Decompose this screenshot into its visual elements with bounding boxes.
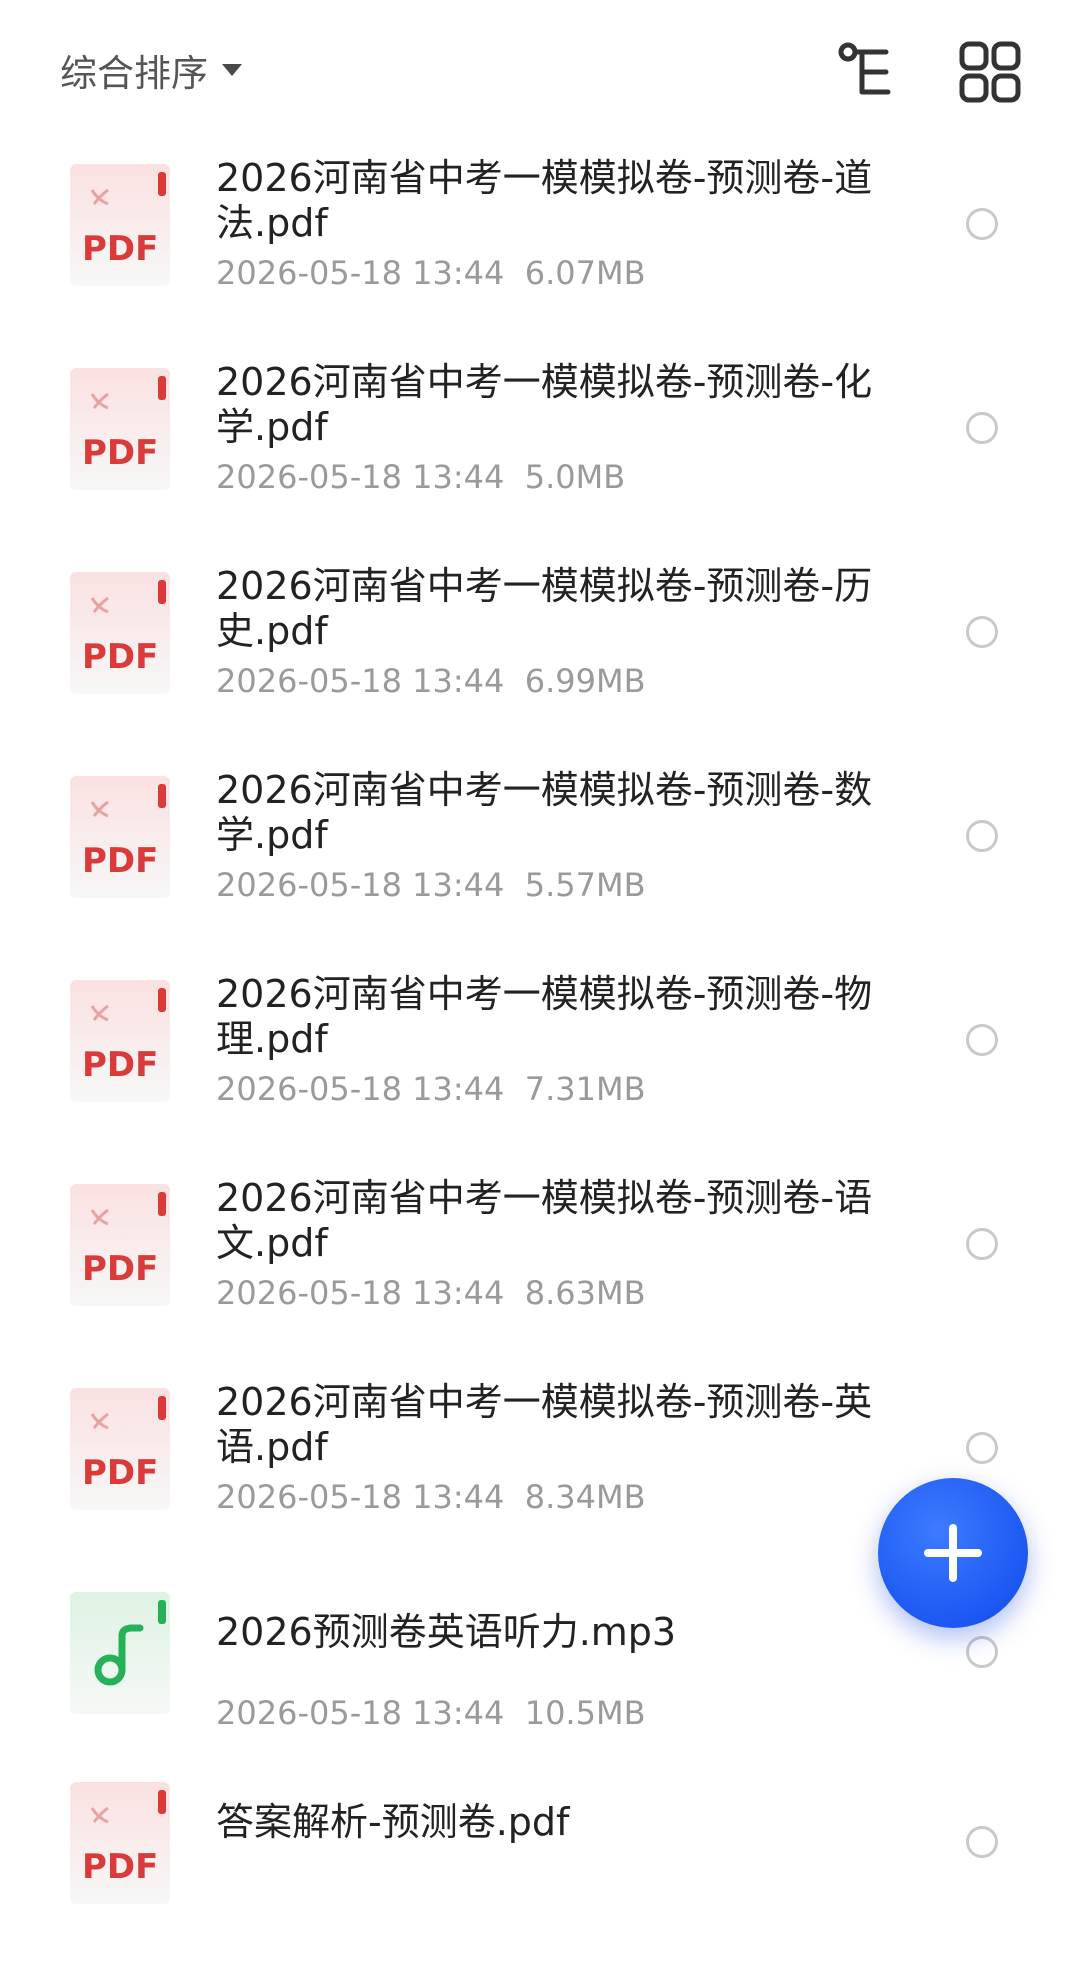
file-size: 6.99MB <box>524 662 646 700</box>
file-name: 2026河南省中考一模模拟卷-预测卷-语文.pdf <box>216 1176 873 1265</box>
tree-view-icon[interactable] <box>836 40 900 104</box>
pdf-file-icon: PDF <box>70 1184 170 1306</box>
file-meta: 2026-05-18 13:44 5.57MB <box>216 866 646 904</box>
file-row[interactable]: PDF 2026河南省中考一模模拟卷-预测卷-数学.pdf 2026-05-18… <box>0 758 1080 958</box>
file-name: 答案解析-预测卷.pdf <box>216 1800 570 1844</box>
pdf-file-icon: PDF <box>70 572 170 694</box>
select-radio[interactable] <box>966 616 998 648</box>
file-row[interactable]: PDF 2026河南省中考一模模拟卷-预测卷-化学.pdf 2026-05-18… <box>0 350 1080 550</box>
file-size: 5.57MB <box>524 866 646 904</box>
file-name: 2026河南省中考一模模拟卷-预测卷-历史.pdf <box>216 564 873 653</box>
pdf-file-icon: PDF <box>70 368 170 490</box>
file-meta: 2026-05-18 13:44 8.34MB <box>216 1478 646 1516</box>
file-meta: 2026-05-18 13:44 6.07MB <box>216 254 646 292</box>
file-name: 2026河南省中考一模模拟卷-预测卷-英语.pdf <box>216 1380 873 1469</box>
file-meta: 2026-05-18 13:44 8.63MB <box>216 1274 646 1312</box>
sort-dropdown[interactable]: 综合排序 <box>60 46 242 95</box>
toolbar: 综合排序 <box>0 0 1080 140</box>
audio-file-icon <box>70 1592 170 1714</box>
select-radio[interactable] <box>966 1024 998 1056</box>
file-name: 2026预测卷英语听力.mp3 <box>216 1610 677 1654</box>
file-row[interactable]: PDF 2026河南省中考一模模拟卷-预测卷-物理.pdf 2026-05-18… <box>0 962 1080 1162</box>
file-date: 2026-05-18 13:44 <box>216 254 505 292</box>
pdf-file-icon: PDF <box>70 164 170 286</box>
file-size: 5.0MB <box>524 458 626 496</box>
file-name: 2026河南省中考一模模拟卷-预测卷-物理.pdf <box>216 972 873 1061</box>
pdf-icon-label: PDF <box>82 1045 158 1085</box>
select-radio[interactable] <box>966 820 998 852</box>
pdf-file-icon: PDF <box>70 1388 170 1510</box>
file-row[interactable]: PDF 2026河南省中考一模模拟卷-预测卷-语文.pdf 2026-05-18… <box>0 1166 1080 1366</box>
file-meta: 2026-05-18 13:44 7.31MB <box>216 1070 646 1108</box>
file-size: 6.07MB <box>524 254 646 292</box>
file-date: 2026-05-18 13:44 <box>216 458 505 496</box>
file-date: 2026-05-18 13:44 <box>216 662 505 700</box>
file-size: 8.63MB <box>524 1274 646 1312</box>
file-date: 2026-05-18 13:44 <box>216 866 505 904</box>
select-radio[interactable] <box>966 1432 998 1464</box>
file-name: 2026河南省中考一模模拟卷-预测卷-数学.pdf <box>216 768 873 857</box>
select-radio[interactable] <box>966 1636 998 1668</box>
file-row[interactable]: PDF 2026河南省中考一模模拟卷-预测卷-历史.pdf 2026-05-18… <box>0 554 1080 754</box>
file-date: 2026-05-18 13:44 <box>216 1274 505 1312</box>
file-name: 2026河南省中考一模模拟卷-预测卷-化学.pdf <box>216 360 873 449</box>
file-date: 2026-05-18 13:44 <box>216 1694 505 1732</box>
file-row[interactable]: PDF 2026河南省中考一模模拟卷-预测卷-道法.pdf 2026-05-18… <box>0 146 1080 346</box>
select-radio[interactable] <box>966 1228 998 1260</box>
pdf-icon-label: PDF <box>82 637 158 677</box>
pdf-icon-label: PDF <box>82 1453 158 1493</box>
select-radio[interactable] <box>966 1826 998 1858</box>
file-size: 7.31MB <box>524 1070 646 1108</box>
file-size: 8.34MB <box>524 1478 646 1516</box>
file-date: 2026-05-18 13:44 <box>216 1478 505 1516</box>
pdf-file-icon: PDF <box>70 980 170 1102</box>
plus-icon-vertical <box>949 1524 957 1582</box>
file-name: 2026河南省中考一模模拟卷-预测卷-道法.pdf <box>216 156 873 245</box>
pdf-icon-label: PDF <box>82 1847 158 1887</box>
file-date: 2026-05-18 13:44 <box>216 1070 505 1108</box>
pdf-icon-label: PDF <box>82 841 158 881</box>
select-radio[interactable] <box>966 412 998 444</box>
file-size: 10.5MB <box>524 1694 646 1732</box>
pdf-icon-label: PDF <box>82 1249 158 1289</box>
caret-down-icon <box>222 64 242 76</box>
pdf-file-icon: PDF <box>70 1782 170 1904</box>
file-row[interactable]: PDF 答案解析-预测卷.pdf <box>0 1764 1080 1964</box>
pdf-icon-label: PDF <box>82 229 158 269</box>
file-meta: 2026-05-18 13:44 6.99MB <box>216 662 646 700</box>
grid-view-icon[interactable] <box>958 40 1022 104</box>
sort-label: 综合排序 <box>60 52 208 95</box>
file-meta: 2026-05-18 13:44 5.0MB <box>216 458 625 496</box>
select-radio[interactable] <box>966 208 998 240</box>
add-button[interactable] <box>878 1478 1028 1628</box>
pdf-icon-label: PDF <box>82 433 158 473</box>
pdf-file-icon: PDF <box>70 776 170 898</box>
file-meta: 2026-05-18 13:44 10.5MB <box>216 1694 646 1732</box>
